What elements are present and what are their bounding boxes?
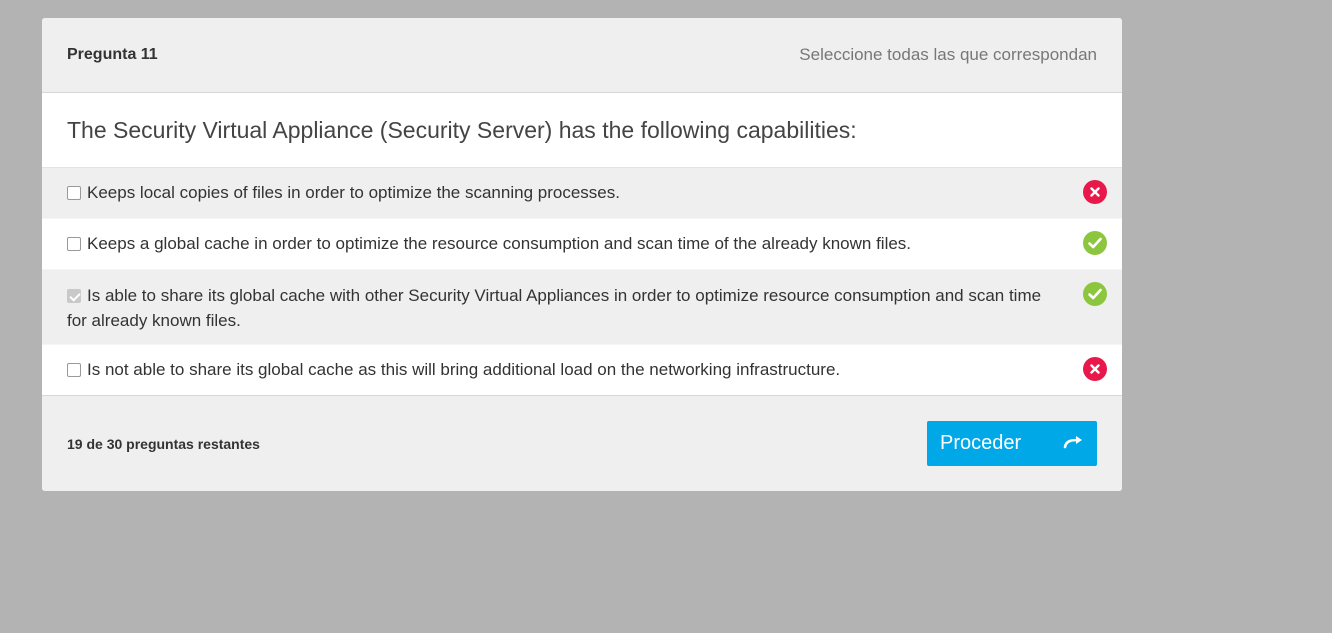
quiz-card: Pregunta 11 Seleccione todas las que cor… xyxy=(42,18,1122,491)
answer-label-1: Keeps local copies of files in order to … xyxy=(87,183,620,202)
answer-label-2: Keeps a global cache in order to optimiz… xyxy=(87,234,912,253)
answer-checkbox-2[interactable] xyxy=(67,237,81,251)
answer-options: Keeps local copies of files in order to … xyxy=(42,168,1122,396)
proceed-label: Proceder xyxy=(940,432,1022,454)
x-circle-icon xyxy=(1083,180,1107,204)
answer-checkbox-4[interactable] xyxy=(67,363,81,377)
questions-remaining: 19 de 30 preguntas restantes xyxy=(67,435,260,452)
question-header: Pregunta 11 Seleccione todas las que cor… xyxy=(42,18,1122,93)
answer-checkbox-1[interactable] xyxy=(67,186,81,200)
question-hint: Seleccione todas las que correspondan xyxy=(799,45,1097,64)
question-text: The Security Virtual Appliance (Security… xyxy=(42,93,1122,168)
answer-option-2[interactable]: Keeps a global cache in order to optimiz… xyxy=(42,219,1122,270)
answer-option-1[interactable]: Keeps local copies of files in order to … xyxy=(42,168,1122,219)
check-circle-icon xyxy=(1083,282,1107,306)
x-circle-icon xyxy=(1083,357,1107,381)
proceed-button[interactable]: Proceder xyxy=(927,421,1097,466)
arrow-right-curved-icon xyxy=(1063,432,1085,455)
question-number: Pregunta 11 xyxy=(67,46,158,63)
check-circle-icon xyxy=(1083,231,1107,255)
answer-option-3[interactable]: Is able to share its global cache with o… xyxy=(42,270,1122,345)
answer-option-4[interactable]: Is not able to share its global cache as… xyxy=(42,345,1122,396)
answer-label-4: Is not able to share its global cache as… xyxy=(87,360,841,379)
answer-label-3: Is able to share its global cache with o… xyxy=(67,286,1042,330)
answer-checkbox-3[interactable] xyxy=(67,289,81,303)
quiz-footer: 19 de 30 preguntas restantes Proceder xyxy=(42,395,1122,491)
